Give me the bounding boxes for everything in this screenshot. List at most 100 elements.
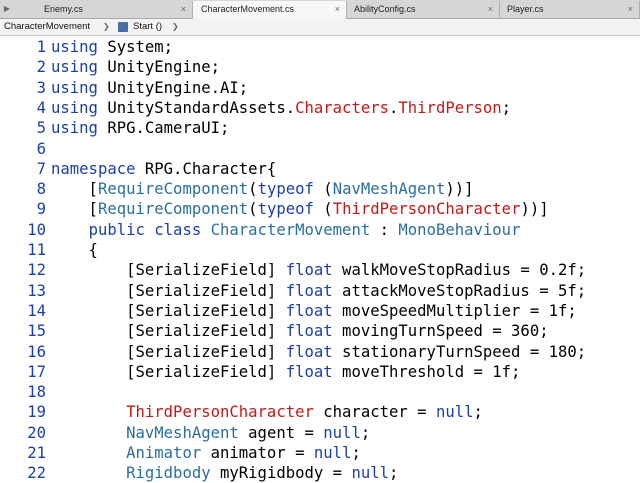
code-token: [SerializeField] (51, 261, 286, 280)
code-token: float (285, 362, 333, 381)
code-text: [SerializeField] float attackMoveStopRad… (51, 281, 586, 301)
code-token: UnityEngine.AI; (97, 78, 249, 97)
code-token: [SerializeField] (51, 322, 286, 341)
close-icon[interactable]: × (335, 1, 340, 18)
code-text: NavMeshAgent agent = null; (51, 423, 370, 443)
tab-label: Enemy.cs (44, 4, 83, 14)
breadcrumb-method[interactable]: Start () (133, 19, 162, 35)
code-token: attackMoveStopRadius = 5f; (332, 281, 587, 300)
code-token: ; (473, 403, 483, 422)
code-token: ThirdPersonCharacter (332, 200, 521, 219)
line-number: 6 (36, 139, 46, 158)
code-token: ( (313, 180, 333, 199)
chevron-right-icon: ❯ (103, 22, 110, 31)
code-token: CharacterMovement (210, 220, 371, 239)
line-number: 18 (27, 383, 46, 402)
code-token: System; (97, 38, 174, 56)
tab-bar: ▶ Enemy.cs × CharacterMovement.cs × Abil… (0, 0, 640, 19)
code-token: [ (51, 180, 98, 199)
code-token: agent = (238, 423, 324, 442)
code-token: ))] (445, 180, 474, 199)
line-number: 16 (27, 342, 46, 361)
code-text: { (51, 240, 98, 260)
code-token: ( (313, 200, 333, 219)
code-token: ThirdPersonCharacter (126, 403, 314, 422)
code-token: float (285, 322, 333, 341)
close-icon[interactable]: × (181, 1, 186, 18)
code-text: [SerializeField] float moveSpeedMultipli… (51, 301, 577, 321)
code-token: moveSpeedMultiplier = 1f; (332, 301, 577, 320)
code-text: [SerializeField] float stationaryTurnSpe… (51, 342, 586, 362)
line-number: 1 (36, 38, 46, 56)
code-token: [SerializeField] (51, 342, 286, 361)
code-token: RPG.Character{ (135, 159, 277, 178)
code-token: character = (313, 403, 436, 422)
line-number: 17 (27, 362, 46, 381)
code-token: stationaryTurnSpeed = 180; (332, 342, 587, 361)
code-token: using (51, 78, 98, 97)
code-token: . (389, 98, 399, 117)
code-token: ))] (520, 200, 549, 219)
code-token: public class (88, 220, 202, 239)
code-token: walkMoveStopRadius = 0.2f; (332, 261, 587, 280)
tab-enemy[interactable]: Enemy.cs × (36, 1, 193, 18)
close-icon[interactable]: × (628, 1, 633, 18)
method-icon (118, 22, 128, 32)
tab-player[interactable]: Player.cs × (499, 1, 640, 18)
tab-charactermovement[interactable]: CharacterMovement.cs × (192, 1, 347, 19)
close-icon[interactable]: × (488, 1, 493, 18)
line-number: 13 (27, 281, 46, 300)
code-token: float (285, 281, 333, 300)
code-token: NavMeshAgent (332, 180, 446, 199)
code-text: namespace RPG.Character{ (51, 159, 276, 179)
code-token: : (370, 220, 399, 239)
code-token: [ (51, 200, 98, 219)
code-token: Animator (126, 444, 202, 462)
line-number: 4 (36, 98, 46, 117)
code-token: MonoBehaviour (398, 220, 521, 239)
code-text: [SerializeField] float moveThreshold = 1… (51, 362, 520, 382)
code-token: typeof (257, 200, 314, 219)
breadcrumb-class[interactable]: CharacterMovement (4, 19, 90, 35)
code-token: ( (248, 200, 258, 219)
line-number: 3 (36, 78, 46, 97)
line-number: 19 (27, 403, 46, 422)
code-editor[interactable]: 1 using System; 2 using UnityEngine; 3 using … (0, 36, 640, 482)
code-token: ; (360, 423, 371, 442)
code-text: [RequireComponent(typeof (ThirdPersonCha… (51, 199, 549, 219)
code-text: Rigidbody myRigidbody = null; (51, 463, 398, 483)
tab-abilityconfig[interactable]: AbilityConfig.cs × (346, 1, 500, 18)
tab-scroll-icon[interactable]: ▶ (0, 0, 14, 18)
line-number: 21 (27, 444, 46, 462)
tab-label: Player.cs (507, 4, 544, 14)
line-number: 7 (36, 159, 46, 178)
code-token: NavMeshAgent (126, 423, 239, 442)
code-token: moveThreshold = 1f; (332, 362, 521, 381)
line-number: 8 (36, 180, 46, 199)
line-number: 9 (36, 200, 46, 219)
code-token: using (51, 119, 98, 138)
code-token: movingTurnSpeed = 360; (332, 322, 549, 341)
code-token: null (323, 423, 361, 442)
code-text: [SerializeField] float movingTurnSpeed =… (51, 321, 549, 341)
code-token: [SerializeField] (51, 301, 286, 320)
code-token: float (285, 261, 333, 280)
code-token: animator = (201, 444, 314, 462)
code-token: ( (248, 180, 258, 199)
tab-label: AbilityConfig.cs (354, 4, 416, 14)
code-token: using (51, 38, 98, 56)
code-token: [SerializeField] (51, 362, 286, 381)
code-token: UnityEngine; (97, 58, 221, 77)
code-token: typeof (257, 180, 314, 199)
code-token: float (285, 342, 333, 361)
code-token: { (51, 241, 98, 259)
code-token: ; (351, 444, 361, 462)
line-number: 5 (36, 119, 46, 138)
breadcrumb: CharacterMovement ❯ Start () ❯ (0, 19, 640, 36)
